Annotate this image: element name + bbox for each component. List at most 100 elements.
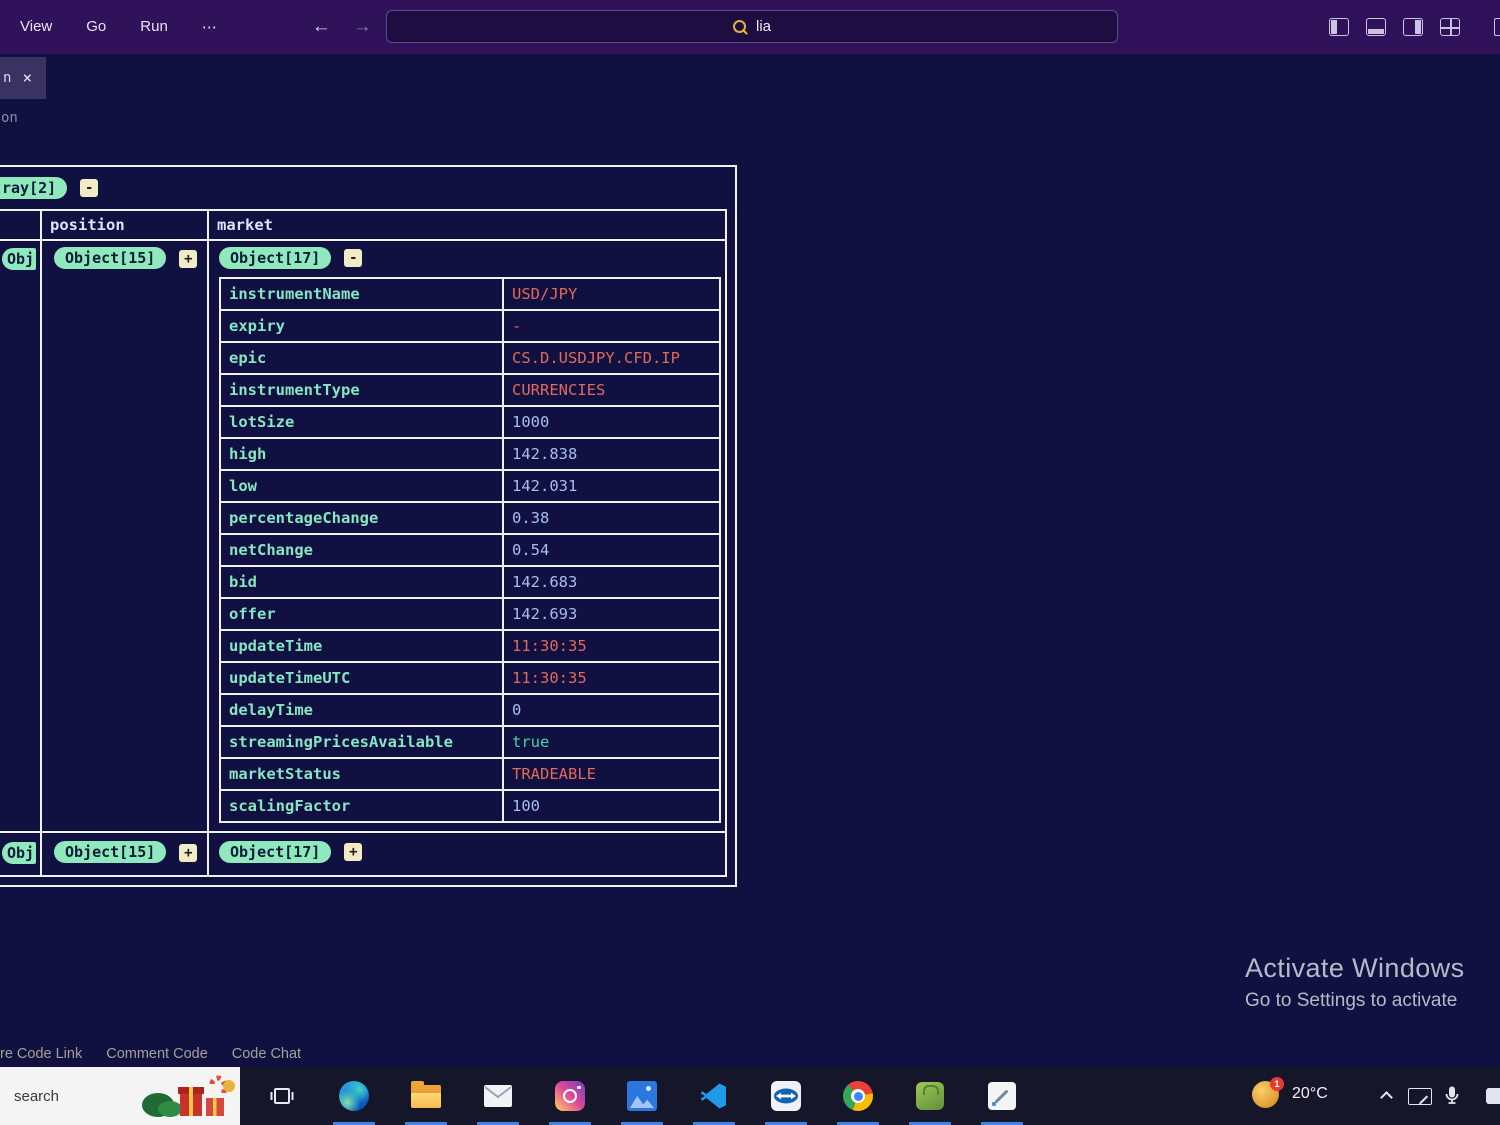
tab-close-icon[interactable]: × [22,70,32,86]
market-collapse-toggle[interactable]: - [344,249,362,267]
position-object-pill[interactable]: Object[15] [54,841,166,863]
titlebar: View Go Run ⋯ ← → lia [0,0,1500,54]
taskbar-item-chrome[interactable] [834,1067,882,1125]
menu-run[interactable]: Run [140,18,168,36]
notification-tray-icon[interactable]: 1 [1252,1081,1279,1108]
statusbar-item-share-code-link[interactable]: re Code Link [0,1046,82,1062]
market-value: - [503,310,720,342]
search-icon [733,20,747,34]
market-key: netChange [220,534,503,566]
tray-chevron-up-icon[interactable] [1380,1091,1393,1104]
array-header-row: position market [0,210,726,240]
market-row: lotSize1000 [220,406,720,438]
menu-view[interactable]: View [20,18,52,36]
array-collapse-toggle[interactable]: - [80,179,98,197]
market-value: 1000 [503,406,720,438]
market-row: low142.031 [220,470,720,502]
market-table-body: instrumentNameUSD/JPYexpiry-epicCS.D.USD… [220,278,720,822]
taskbar-item-notes[interactable] [978,1067,1026,1125]
breadcrumb[interactable]: on [1,110,18,126]
menu-overflow[interactable]: ⋯ [202,18,217,36]
chrome-icon [843,1081,873,1111]
market-key: high [220,438,503,470]
taskbar-item-file-explorer[interactable] [402,1067,450,1125]
json-data-viewer: ray[2] - position market Obj Object[15] + [0,165,737,887]
taskbar-search-box[interactable]: search [0,1067,240,1125]
taskbar-item-shopify[interactable] [906,1067,954,1125]
market-object-pill[interactable]: Object[17] [219,247,331,269]
toggle-sidebar-icon[interactable] [1329,18,1349,36]
toggle-secondary-sidebar-icon[interactable] [1403,18,1423,36]
market-row: delayTime0 [220,694,720,726]
market-value: 0 [503,694,720,726]
market-key: updateTime [220,630,503,662]
command-search-input[interactable]: lia [386,10,1118,43]
toggle-panel-icon[interactable] [1366,18,1386,36]
array-root-row: ray[2] - [0,177,727,199]
tab-label: n [3,70,11,86]
market-value: true [503,726,720,758]
market-key: scalingFactor [220,790,503,822]
market-value: 142.683 [503,566,720,598]
edge-icon [339,1081,369,1111]
market-key: instrumentName [220,278,503,310]
editor-tab[interactable]: n × [0,57,46,99]
layout-controls [1329,18,1460,36]
market-row: bid142.683 [220,566,720,598]
taskbar-item-edge[interactable] [330,1067,378,1125]
element-cell: Obj [0,832,41,876]
clipped-titlebar-icon[interactable] [1494,18,1500,36]
element-cell: Obj [0,240,41,832]
notes-icon [988,1082,1016,1110]
statusbar-item-comment-code[interactable]: Comment Code [106,1046,208,1062]
file-explorer-icon [411,1085,441,1108]
market-expand-toggle[interactable]: + [344,843,362,861]
element-object-pill[interactable]: Obj [2,842,36,864]
position-expand-toggle[interactable]: + [179,250,197,268]
clipped-tray-icon[interactable] [1486,1088,1500,1104]
market-object-pill[interactable]: Object[17] [219,841,331,863]
element-object-pill[interactable]: Obj [2,248,36,270]
market-key: updateTimeUTC [220,662,503,694]
forward-arrow-icon[interactable]: → [353,16,372,38]
taskbar-item-instagram[interactable] [546,1067,594,1125]
position-expand-toggle[interactable]: + [179,844,197,862]
customize-layout-icon[interactable] [1440,18,1460,36]
market-value: USD/JPY [503,278,720,310]
search-query-text: lia [756,18,771,35]
activate-windows-watermark: Activate Windows Go to Settings to activ… [1245,953,1464,1012]
back-arrow-icon[interactable]: ← [312,16,331,38]
market-row: streamingPricesAvailabletrue [220,726,720,758]
market-value: 11:30:35 [503,630,720,662]
market-row: instrumentTypeCURRENCIES [220,374,720,406]
pen-display-tray-icon[interactable] [1408,1088,1432,1105]
market-value: 11:30:35 [503,662,720,694]
market-row: updateTimeUTC11:30:35 [220,662,720,694]
market-value: CURRENCIES [503,374,720,406]
market-value: 0.54 [503,534,720,566]
market-key: offer [220,598,503,630]
notification-badge: 1 [1270,1077,1284,1091]
menu-go[interactable]: Go [86,18,106,36]
market-value: 142.838 [503,438,720,470]
statusbar-item-code-chat[interactable]: Code Chat [232,1046,301,1062]
mail-icon [483,1084,513,1108]
taskbar-item-task-view[interactable] [258,1067,306,1125]
taskbar-item-mail[interactable] [474,1067,522,1125]
array-pill[interactable]: ray[2] [0,177,67,199]
market-row: updateTime11:30:35 [220,630,720,662]
status-bar: re Code Link Comment Code Code Chat [0,1040,301,1067]
market-value: 0.38 [503,502,720,534]
market-row: scalingFactor100 [220,790,720,822]
taskbar-pinned-icons [258,1067,1026,1125]
microphone-tray-icon[interactable] [1444,1085,1460,1107]
market-value: 142.693 [503,598,720,630]
market-key: lotSize [220,406,503,438]
taskbar-item-teamviewer[interactable] [762,1067,810,1125]
market-row: netChange0.54 [220,534,720,566]
taskbar-item-photos[interactable] [618,1067,666,1125]
position-object-pill[interactable]: Object[15] [54,247,166,269]
taskbar-item-vscode[interactable] [690,1067,738,1125]
temperature-label: 20°C [1292,1085,1328,1103]
instagram-icon [555,1081,585,1111]
